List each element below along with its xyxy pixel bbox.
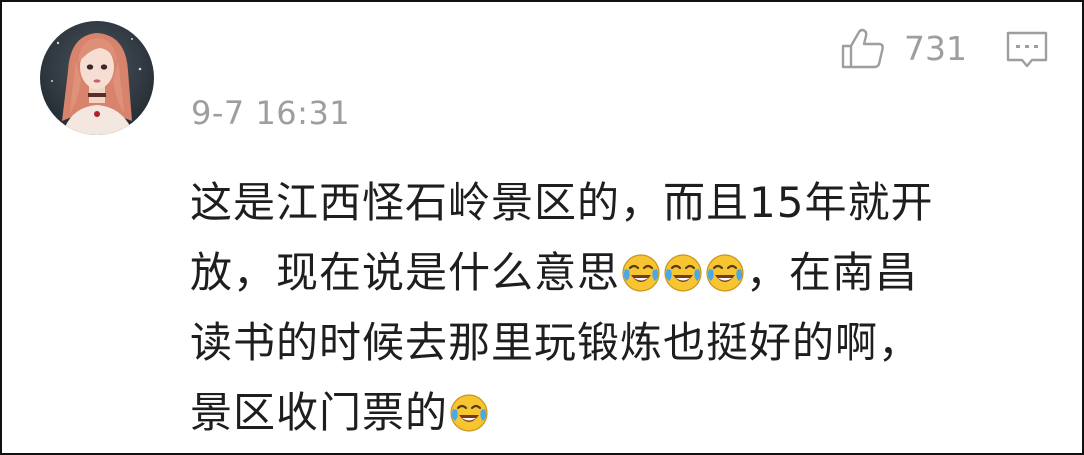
laugh-cry-emoji-icon	[449, 384, 489, 432]
comment-line: 景区收门票的	[190, 378, 1050, 448]
thumbs-up-icon	[841, 28, 884, 69]
comment-text-segment: 景区收门票的	[190, 388, 449, 437]
comment-bubble-icon[interactable]	[1005, 28, 1049, 72]
comment-line: 放，现在说是什么意思 ，在南昌	[190, 238, 1050, 308]
comment-text-segment: 放，现在说是什么意思	[190, 248, 621, 297]
comment-line: 读书的时候去那里玩锻炼也挺好的啊，	[190, 308, 1050, 378]
comment-text-segment: 这是江西怪石岭景区的，而且15年就开	[190, 178, 934, 227]
comment-timestamp: 9-7 16:31	[191, 94, 351, 132]
comment-card: 9-7 16:31 731 这是江西怪石岭景区的，而且15年就开 放，现在说是什么…	[0, 0, 1084, 455]
laugh-cry-emoji-icon	[705, 244, 745, 292]
comment-line: 这是江西怪石岭景区的，而且15年就开	[190, 168, 1050, 238]
user-avatar[interactable]	[40, 21, 154, 135]
avatar-image	[40, 21, 154, 135]
like-count: 731	[904, 29, 967, 68]
comment-text: 这是江西怪石岭景区的，而且15年就开 放，现在说是什么意思 ，在南昌读书的时候去那里…	[190, 168, 1050, 448]
comment-text-segment: ，在南昌	[746, 248, 919, 297]
laugh-cry-emoji-icon	[663, 244, 703, 292]
laugh-cry-emoji-icon	[621, 244, 661, 292]
comment-text-segment: 读书的时候去那里玩锻炼也挺好的啊，	[190, 318, 922, 367]
like-button[interactable]: 731	[840, 26, 967, 72]
